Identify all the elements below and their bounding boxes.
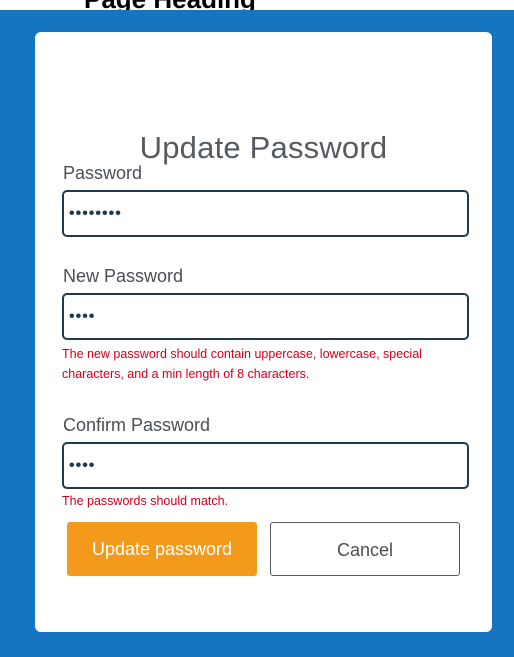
new-password-label: New Password: [63, 266, 184, 286]
password-input[interactable]: ••••••••: [62, 190, 469, 237]
password-label: Password: [63, 163, 143, 183]
page-header-clipped: Page Heading: [0, 0, 514, 10]
cancel-button[interactable]: Cancel: [270, 522, 460, 576]
dialog-title: Update Password: [139, 130, 388, 165]
new-password-input[interactable]: ••••: [62, 293, 469, 340]
confirm-password-error: The passwords should match.: [62, 494, 229, 508]
page-header-text: Page Heading: [84, 0, 256, 10]
update-password-button[interactable]: Update password: [67, 522, 257, 576]
new-password-error: The new password should contain uppercas…: [62, 347, 422, 381]
confirm-password-input[interactable]: ••••: [62, 442, 469, 489]
update-password-dialog: Update Password Password •••••••• New Pa…: [35, 32, 492, 632]
confirm-password-label: Confirm Password: [63, 415, 211, 435]
